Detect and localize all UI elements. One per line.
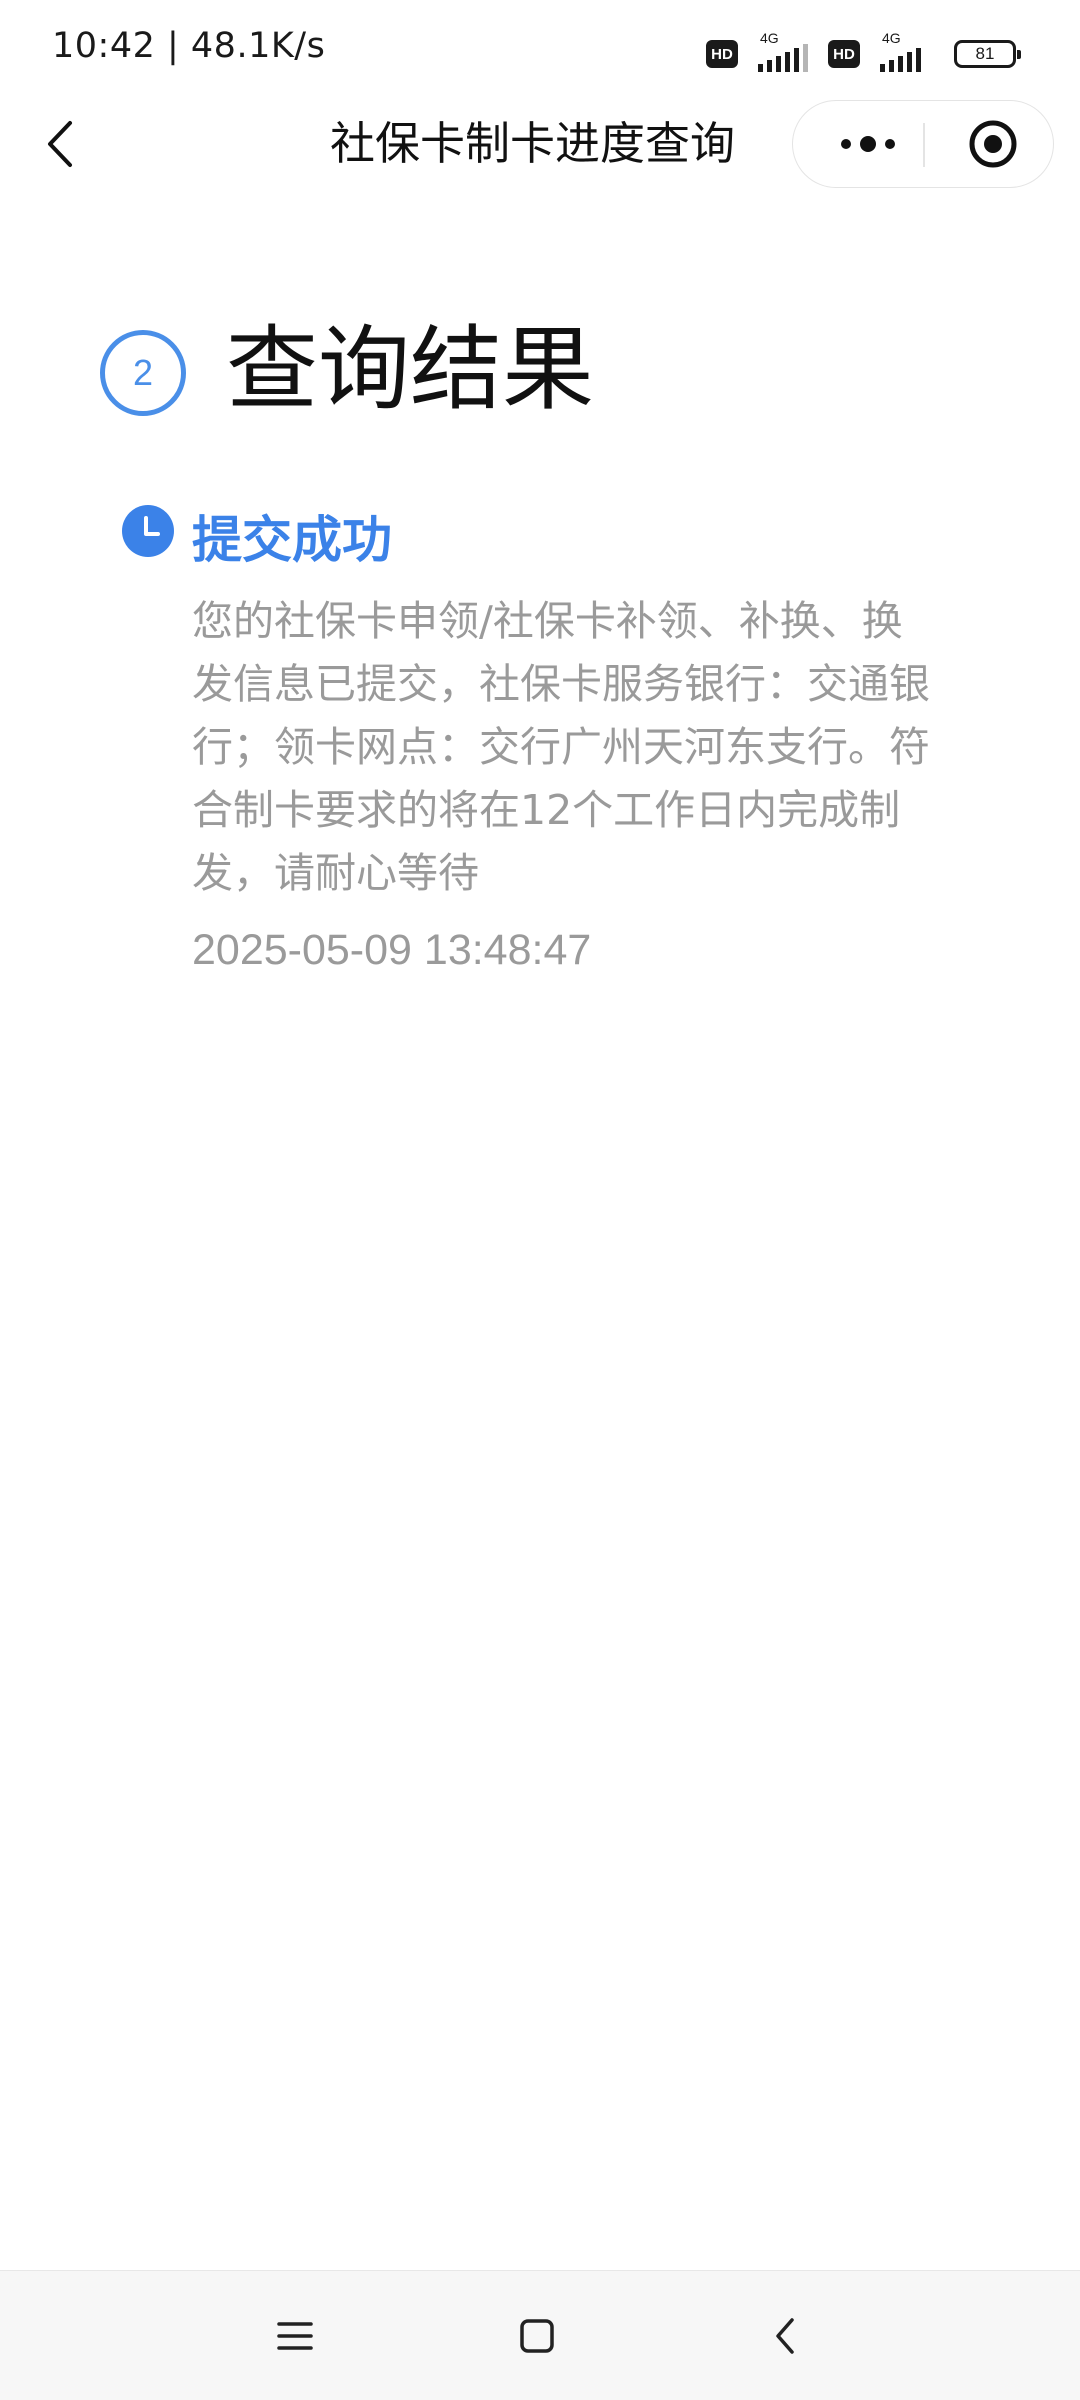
back-icon [48,121,72,167]
back-button[interactable] [30,114,90,174]
close-button[interactable] [943,101,1043,187]
close-target-icon [969,120,1017,168]
status-time-speed: 10:42 | 48.1K/s [52,26,326,66]
battery-icon: 81 [954,40,1021,68]
hd-badge-2: HD [828,40,860,68]
result-heading: 查询结果 [226,316,595,423]
more-icon [841,136,895,152]
status-description: 您的社保卡申领/社保卡补领、补换、换发信息已提交，社保卡服务银行：交通银行；领卡… [192,597,930,897]
hd-badge: HD [706,40,738,68]
status-title: 提交成功 [192,511,392,569]
step-indicator: 2 [100,330,186,416]
screen: 10:42 | 48.1K/s HD 4G HD 4G 81 社保卡制卡进度查询… [0,0,1080,2400]
home-button[interactable] [502,2301,572,2371]
status-bar: 10:42 | 48.1K/s HD 4G HD 4G 81 [0,0,1080,100]
capsule-divider [923,123,925,167]
status-timestamp: 2025-05-09 13:48:47 [192,926,592,974]
home-icon [520,2319,554,2353]
clock-icon [122,505,174,557]
page-title: 社保卡制卡进度查询 [330,117,736,170]
status-icons: HD 4G HD 4G 81 [706,30,1021,74]
nav-bar: 社保卡制卡进度查询 [0,100,1080,190]
signal-icon: 4G [750,30,816,74]
back-nav-icon [776,2318,794,2354]
network-type-label: 4G [760,30,779,46]
system-back-button[interactable] [750,2301,820,2371]
signal-icon-2: 4G [872,30,938,74]
battery-level: 81 [975,44,995,63]
menu-icon [277,2322,313,2350]
more-button[interactable] [813,101,923,187]
mini-program-capsule [792,100,1054,188]
network-type-label-2: 4G [882,30,901,46]
system-nav-bar [0,2270,1080,2400]
menu-button[interactable] [260,2301,330,2371]
